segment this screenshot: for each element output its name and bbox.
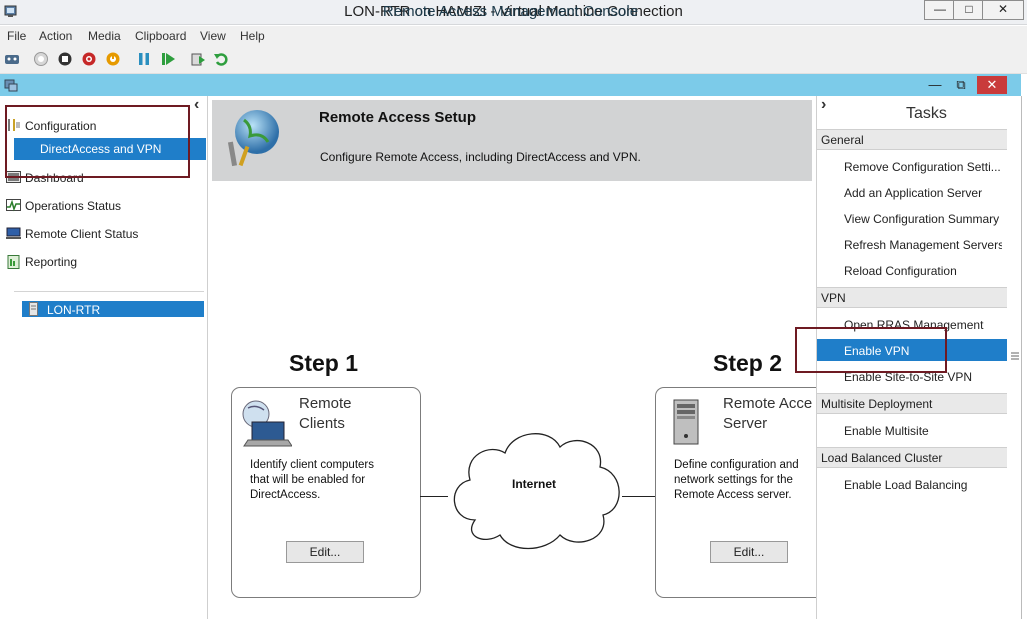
tasks-section-multisite[interactable]: Multisite Deployment bbox=[817, 393, 1007, 414]
collapse-nav-button[interactable]: ‹ bbox=[194, 96, 199, 114]
step2-desc-line1: Define configuration and bbox=[674, 459, 799, 471]
setup-banner bbox=[212, 100, 812, 181]
menu-media[interactable]: Media bbox=[88, 29, 121, 43]
console-close-button[interactable]: ✕ bbox=[977, 76, 1007, 94]
task-reload-configuration[interactable]: Reload Configuration bbox=[844, 264, 1002, 278]
task-enable-load-balancing[interactable]: Enable Load Balancing bbox=[844, 478, 1002, 492]
nav-item-server-label: LON-RTR bbox=[47, 303, 101, 317]
shutdown-icon[interactable] bbox=[81, 51, 97, 67]
step1-title-line1: Remote bbox=[299, 395, 352, 412]
nav-divider bbox=[14, 291, 204, 292]
start-icon[interactable] bbox=[33, 51, 49, 67]
checkpoint-icon[interactable] bbox=[190, 51, 206, 67]
nav-item-reporting[interactable]: Reporting bbox=[25, 255, 77, 269]
resume-icon[interactable] bbox=[160, 51, 176, 67]
step1-title-line2: Clients bbox=[299, 415, 345, 432]
nav-item-remote-client-status[interactable]: Remote Client Status bbox=[25, 227, 138, 241]
highlight-box-enable-vpn bbox=[795, 327, 947, 373]
console-titlebar bbox=[0, 74, 1021, 96]
console-restore-button[interactable]: ⧉ bbox=[949, 76, 973, 94]
connector-line-left bbox=[420, 496, 448, 497]
connector-line-right bbox=[622, 496, 656, 497]
step1-desc-line2: that will be enabled for bbox=[250, 474, 366, 486]
tasks-section-general[interactable]: General bbox=[817, 129, 1007, 150]
step2-desc-line2: network settings for the bbox=[674, 474, 793, 486]
step2-title-line2: Server bbox=[723, 415, 768, 432]
tasks-section-vpn[interactable]: VPN bbox=[817, 287, 1007, 308]
nav-item-operations-status[interactable]: Operations Status bbox=[25, 199, 121, 213]
console-title: Remote Access Management Console bbox=[382, 3, 639, 20]
task-enable-multisite[interactable]: Enable Multisite bbox=[844, 424, 1002, 438]
remote-clients-icon bbox=[240, 398, 293, 448]
highlight-box-configuration bbox=[5, 105, 190, 178]
tasks-section-load-balanced-cluster[interactable]: Load Balanced Cluster bbox=[817, 447, 1007, 468]
menu-action[interactable]: Action bbox=[39, 29, 72, 43]
task-add-application-server[interactable]: Add an Application Server bbox=[844, 186, 1002, 200]
splitter-grip-icon[interactable] bbox=[1011, 350, 1019, 360]
tasks-expand-button[interactable]: › bbox=[821, 96, 826, 114]
step2-desc-line3: Remote Access server. bbox=[674, 489, 792, 501]
remote-client-status-icon bbox=[6, 227, 21, 240]
step2-heading: Step 2 bbox=[713, 350, 783, 376]
turn-off-icon[interactable] bbox=[57, 51, 73, 67]
internet-label: Internet bbox=[512, 477, 557, 491]
task-refresh-management-servers[interactable]: Refresh Management Servers bbox=[844, 238, 1002, 252]
step1-edit-button[interactable]: Edit... bbox=[286, 541, 364, 563]
pause-icon[interactable] bbox=[136, 51, 152, 67]
tasks-title: Tasks bbox=[906, 105, 947, 122]
step1-desc-line3: DirectAccess. bbox=[250, 489, 321, 501]
console-minimize-button[interactable]: — bbox=[923, 76, 947, 94]
menu-file[interactable]: File bbox=[7, 29, 26, 43]
banner-title: Remote Access Setup bbox=[319, 109, 477, 126]
menu-help[interactable]: Help bbox=[240, 29, 265, 43]
server-tower-icon bbox=[672, 398, 702, 446]
vm-toolbar bbox=[0, 46, 1027, 74]
banner-description: Configure Remote Access, including Direc… bbox=[320, 150, 641, 164]
task-remove-configuration[interactable]: Remove Configuration Setti... bbox=[844, 160, 1002, 174]
step1-heading: Step 1 bbox=[289, 350, 359, 376]
menu-clipboard[interactable]: Clipboard bbox=[135, 29, 186, 43]
globe-tools-icon bbox=[222, 106, 286, 170]
server-icon bbox=[29, 302, 38, 316]
revert-icon[interactable] bbox=[213, 51, 229, 67]
ctrl-alt-del-icon[interactable] bbox=[4, 51, 20, 67]
operations-status-icon bbox=[6, 199, 21, 212]
step2-title-line1: Remote Acce bbox=[723, 395, 813, 412]
step1-desc-line1: Identify client computers bbox=[250, 459, 375, 471]
save-state-icon[interactable] bbox=[105, 51, 121, 67]
step2-edit-button[interactable]: Edit... bbox=[710, 541, 788, 563]
console-app-icon[interactable] bbox=[4, 78, 18, 92]
menu-view[interactable]: View bbox=[200, 29, 226, 43]
task-view-configuration-summary[interactable]: View Configuration Summary bbox=[844, 212, 1002, 226]
reporting-icon bbox=[6, 255, 21, 269]
